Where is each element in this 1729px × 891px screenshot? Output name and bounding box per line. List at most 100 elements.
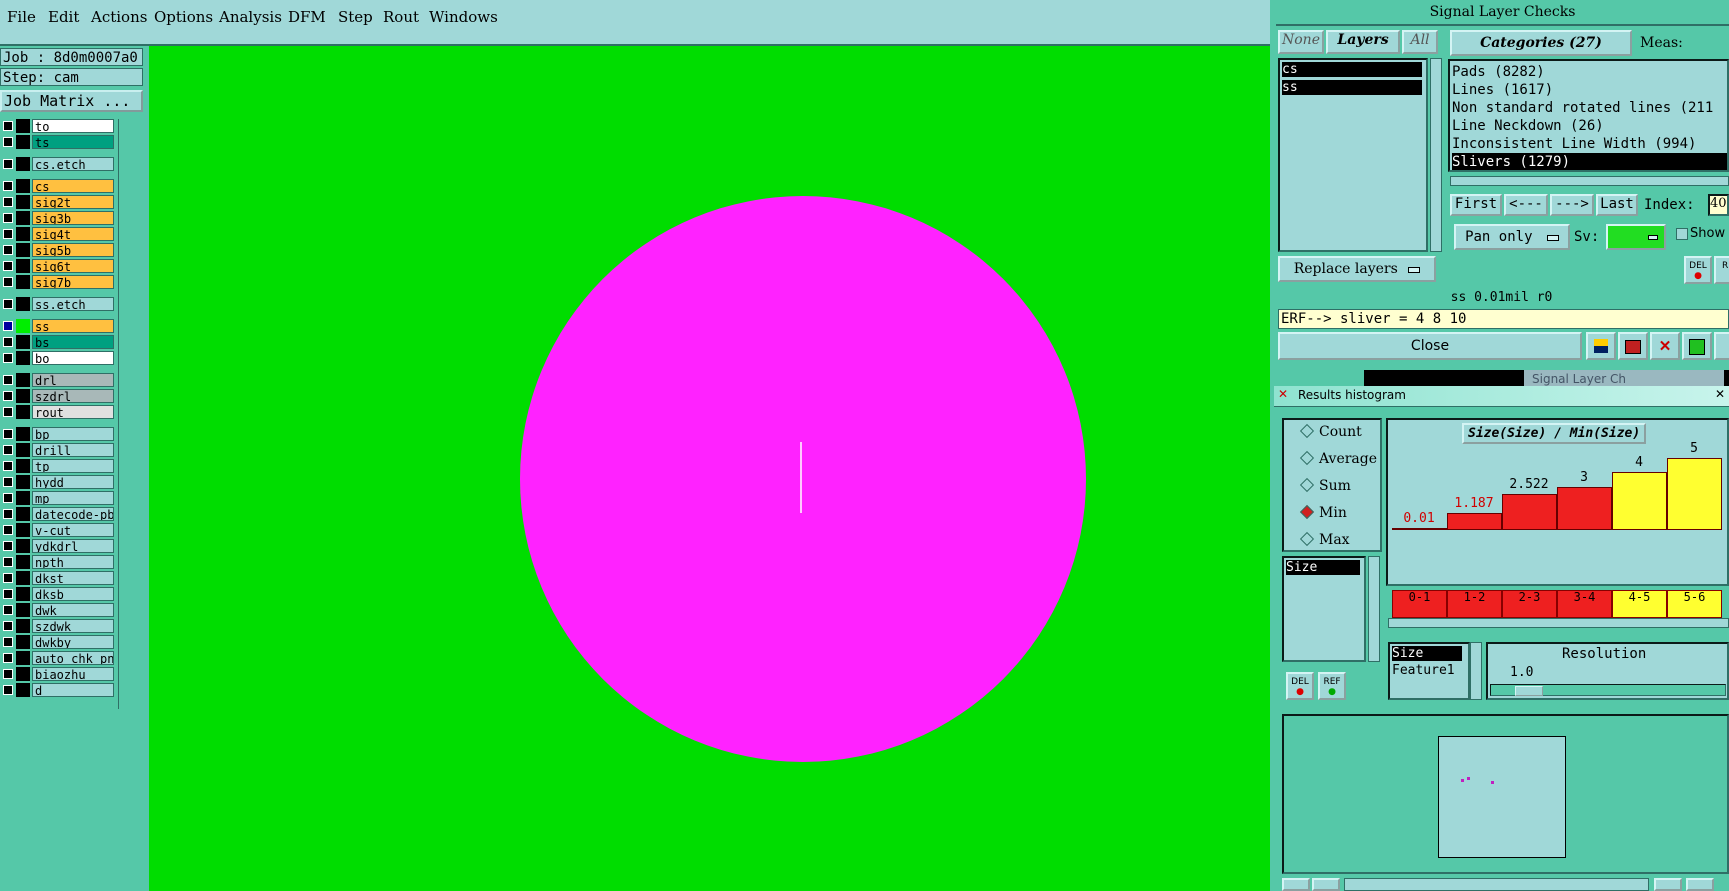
sort-item-size[interactable]: Size bbox=[1392, 646, 1462, 661]
layer-item-cs[interactable]: cs bbox=[1282, 62, 1422, 77]
layer-color-swatch[interactable] bbox=[16, 683, 30, 697]
layer-checkbox[interactable] bbox=[3, 445, 13, 455]
layer-row-tp[interactable]: tp bbox=[0, 459, 116, 473]
layer-checkbox[interactable] bbox=[3, 589, 13, 599]
layer-name[interactable]: npth bbox=[32, 555, 114, 569]
next-button[interactable]: ---> bbox=[1550, 194, 1594, 216]
first-button[interactable]: First bbox=[1450, 194, 1502, 216]
layer-checkbox[interactable] bbox=[3, 229, 13, 239]
layer-name[interactable]: ts bbox=[32, 135, 114, 149]
resolution-slider[interactable] bbox=[1490, 684, 1726, 696]
layer-color-swatch[interactable] bbox=[16, 119, 30, 133]
layer-row-ss-etch[interactable]: ss.etch bbox=[0, 297, 116, 311]
sort-item-feature1[interactable]: Feature1 bbox=[1392, 663, 1455, 678]
layer-checkbox[interactable] bbox=[3, 213, 13, 223]
layer-color-swatch[interactable] bbox=[16, 587, 30, 601]
show-checkbox[interactable] bbox=[1676, 228, 1688, 240]
prev-button[interactable]: <--- bbox=[1504, 194, 1548, 216]
layer-row-auto-chk-pnl[interactable]: auto_chk_pnl bbox=[0, 651, 116, 665]
layer-row-v-cut[interactable]: v-cut bbox=[0, 523, 116, 537]
layer-checkbox[interactable] bbox=[3, 493, 13, 503]
layer-color-swatch[interactable] bbox=[16, 319, 30, 333]
last-button[interactable]: Last bbox=[1596, 194, 1638, 216]
layer-checkbox[interactable] bbox=[3, 245, 13, 255]
layer-checkbox[interactable] bbox=[3, 557, 13, 567]
layer-row-mp[interactable]: mp bbox=[0, 491, 116, 505]
layer-checkbox[interactable] bbox=[3, 337, 13, 347]
menu-actions[interactable]: Actions bbox=[91, 8, 147, 26]
layer-row-hydd[interactable]: hydd bbox=[0, 475, 116, 489]
layer-checkbox[interactable] bbox=[3, 573, 13, 583]
category-slivers[interactable]: Slivers (1279) bbox=[1452, 153, 1727, 170]
layer-color-swatch[interactable] bbox=[16, 459, 30, 473]
menu-edit[interactable]: Edit bbox=[48, 8, 79, 26]
bin-label[interactable]: 2-3 bbox=[1502, 590, 1557, 618]
categories-list[interactable]: Pads (8282) Lines (1617) Non standard ro… bbox=[1448, 59, 1729, 172]
layer-checkbox[interactable] bbox=[3, 391, 13, 401]
layer-name[interactable]: dksb bbox=[32, 587, 114, 601]
category-inconsistent-width[interactable]: Inconsistent Line Width (994) bbox=[1452, 135, 1696, 153]
layer-checkbox[interactable] bbox=[3, 653, 13, 663]
layer-color-swatch[interactable] bbox=[16, 351, 30, 365]
layer-list-scrollbar[interactable] bbox=[1430, 58, 1442, 252]
layer-color-swatch[interactable] bbox=[16, 427, 30, 441]
layer-name[interactable]: ydkdrl bbox=[32, 539, 114, 553]
layer-color-swatch[interactable] bbox=[16, 275, 30, 289]
categories-hscrollbar[interactable] bbox=[1450, 176, 1729, 186]
layer-row-szdwk[interactable]: szdwk bbox=[0, 619, 116, 633]
layer-checkbox[interactable] bbox=[3, 605, 13, 615]
chart-hscrollbar[interactable] bbox=[1388, 618, 1729, 628]
sv-color-button[interactable] bbox=[1606, 224, 1666, 250]
layer-checkbox[interactable] bbox=[3, 353, 13, 363]
tool-icon-3[interactable]: ✕ bbox=[1650, 332, 1680, 360]
layer-checkbox[interactable] bbox=[3, 137, 13, 147]
layer-name[interactable]: auto_chk_pnl bbox=[32, 651, 114, 665]
layer-color-swatch[interactable] bbox=[16, 227, 30, 241]
layer-checkbox[interactable] bbox=[3, 121, 13, 131]
bin-label[interactable]: 5-6 bbox=[1667, 590, 1722, 618]
layer-name[interactable]: v-cut bbox=[32, 523, 114, 537]
menu-windows[interactable]: Windows bbox=[429, 8, 498, 26]
layer-name[interactable]: drl bbox=[32, 373, 114, 387]
index-input[interactable]: 40 bbox=[1708, 194, 1729, 216]
layer-color-swatch[interactable] bbox=[16, 651, 30, 665]
layer-row-ydkdrl[interactable]: ydkdrl bbox=[0, 539, 116, 553]
layer-name[interactable]: sig2t bbox=[32, 195, 114, 209]
layer-checkbox[interactable] bbox=[3, 509, 13, 519]
layer-color-swatch[interactable] bbox=[16, 157, 30, 171]
layer-checkbox[interactable] bbox=[3, 321, 13, 331]
graphic-canvas[interactable] bbox=[149, 46, 1270, 891]
close-button[interactable]: Close bbox=[1278, 332, 1582, 360]
radio-count[interactable]: Count bbox=[1299, 423, 1362, 440]
layer-checkbox[interactable] bbox=[3, 637, 13, 647]
layer-checkbox[interactable] bbox=[3, 429, 13, 439]
layer-row-sig6t[interactable]: sig6t bbox=[0, 259, 116, 273]
layer-name[interactable]: sig4t bbox=[32, 227, 114, 241]
all-button[interactable]: All bbox=[1402, 30, 1438, 54]
layer-name[interactable]: hydd bbox=[32, 475, 114, 489]
layer-checkbox[interactable] bbox=[3, 525, 13, 535]
layer-color-swatch[interactable] bbox=[16, 297, 30, 311]
layer-color-swatch[interactable] bbox=[16, 389, 30, 403]
bin-label[interactable]: 1-2 bbox=[1447, 590, 1502, 618]
layer-color-swatch[interactable] bbox=[16, 603, 30, 617]
layers-button[interactable]: Layers bbox=[1326, 30, 1400, 54]
layer-name[interactable]: sig5b bbox=[32, 243, 114, 257]
layer-name[interactable]: mp bbox=[32, 491, 114, 505]
bin-label[interactable]: 3-4 bbox=[1557, 590, 1612, 618]
layer-color-swatch[interactable] bbox=[16, 259, 30, 273]
radio-min[interactable]: Min bbox=[1299, 504, 1347, 521]
layer-color-swatch[interactable] bbox=[16, 443, 30, 457]
layer-row-sig4t[interactable]: sig4t bbox=[0, 227, 116, 241]
sort-list-scrollbar[interactable] bbox=[1470, 642, 1482, 700]
histogram-bar[interactable] bbox=[1557, 486, 1612, 530]
layer-row-szdrl[interactable]: szdrl bbox=[0, 389, 116, 403]
layer-row-dkst[interactable]: dkst bbox=[0, 571, 116, 585]
layer-name[interactable]: rout bbox=[32, 405, 114, 419]
job-matrix-button[interactable]: Job Matrix ... bbox=[0, 90, 143, 112]
pad-circle[interactable] bbox=[520, 196, 1086, 762]
tool-icon-1[interactable] bbox=[1586, 332, 1616, 360]
layer-name[interactable]: to bbox=[32, 119, 114, 133]
layer-color-swatch[interactable] bbox=[16, 539, 30, 553]
bin-label[interactable]: 0-1 bbox=[1392, 590, 1447, 618]
